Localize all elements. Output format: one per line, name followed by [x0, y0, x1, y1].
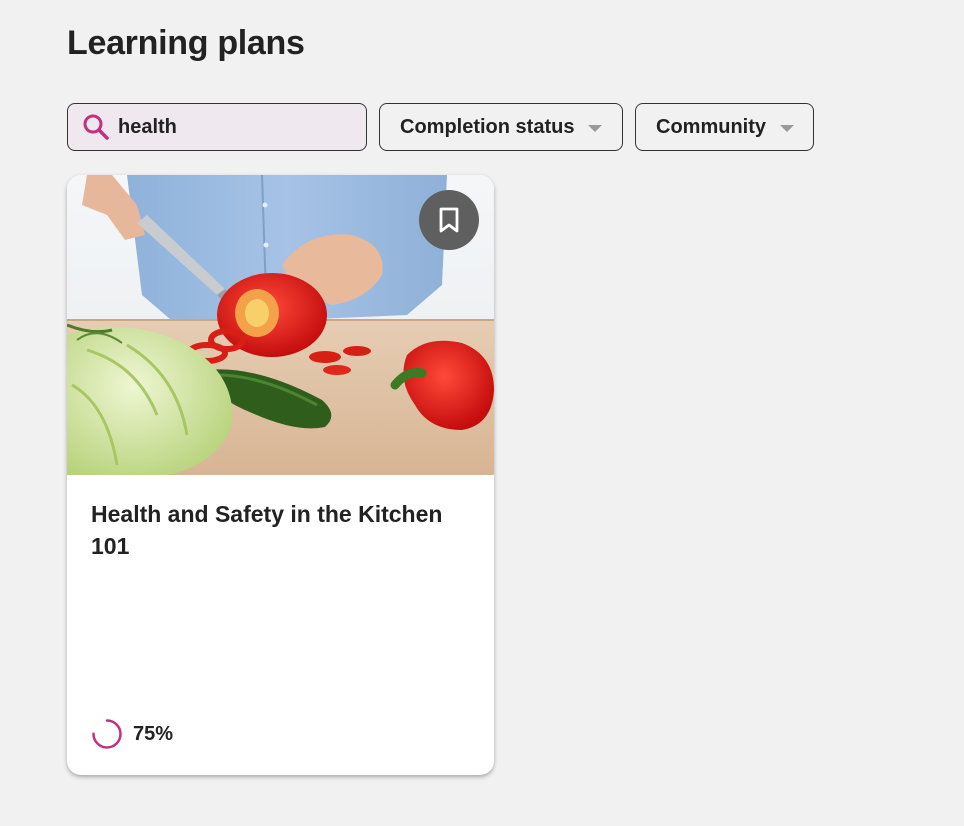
progress-label: 75%	[133, 722, 174, 745]
page-title: Learning plans	[67, 24, 305, 62]
bookmark-icon	[439, 207, 459, 233]
completion-status-label: Completion status	[400, 115, 575, 138]
search-input[interactable]	[118, 112, 386, 142]
progress-indicator: 75%	[91, 718, 173, 750]
search-box[interactable]	[67, 103, 402, 151]
community-dropdown[interactable]: Community	[635, 103, 814, 151]
caret-down-icon	[588, 124, 603, 132]
completion-status-dropdown[interactable]: Completion status	[379, 103, 623, 151]
learning-plan-card[interactable]: Health and Safety in the Kitchen 101 75%	[67, 175, 494, 775]
search-icon	[82, 112, 110, 142]
progress-ring	[92, 719, 122, 749]
bookmark-button[interactable]	[419, 190, 479, 250]
filter-bar: Completion status Community	[67, 103, 814, 151]
caret-down-icon	[780, 124, 794, 132]
card-title: Health and Safety in the Kitchen 101	[91, 501, 443, 559]
community-label: Community	[656, 115, 766, 138]
